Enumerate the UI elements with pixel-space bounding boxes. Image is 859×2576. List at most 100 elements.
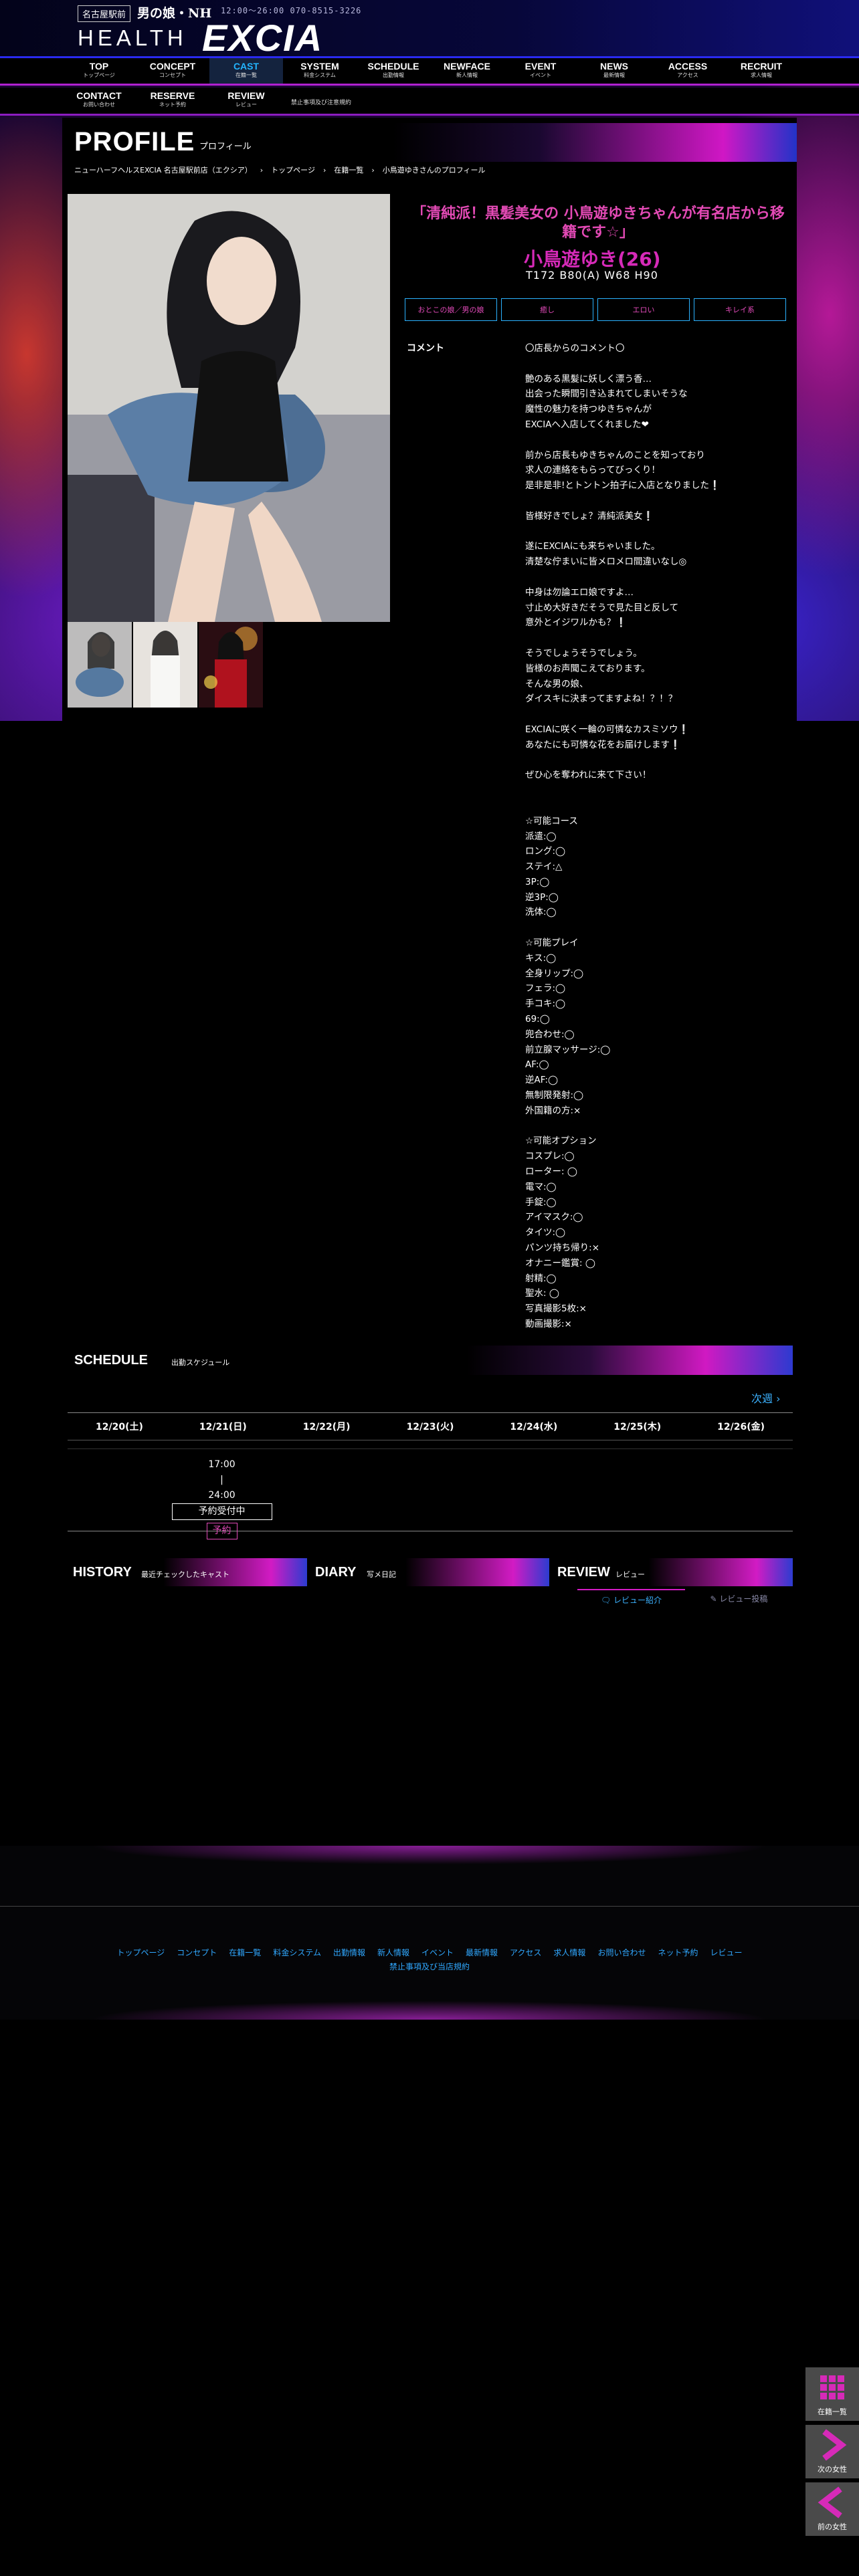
cast-thumbnail-3[interactable] (199, 622, 263, 708)
footer-link[interactable]: トップページ (117, 1948, 165, 1957)
nav-sublabel: お問い合わせ (83, 102, 115, 108)
grid-icon (820, 2375, 844, 2399)
logo-text[interactable]: HEALTH (78, 25, 187, 51)
cast-name: 小鳥遊ゆき(26) (524, 248, 661, 270)
nav-sublabel: イベント (530, 72, 551, 78)
nav-label: SYSTEM (300, 61, 339, 72)
nav-system[interactable]: SYSTEM 料金システム (283, 58, 357, 84)
tag-button[interactable]: エロい (597, 298, 690, 321)
footer-link[interactable]: 新人情報 (377, 1948, 409, 1957)
nav-label: RECRUIT (740, 61, 783, 72)
rules-link[interactable]: 禁止事項及び注意規約 (283, 88, 351, 113)
tag-button[interactable]: おとこの娘／男の娘 (405, 298, 497, 321)
cast-list-button[interactable]: 在籍一覧 (805, 2367, 859, 2421)
nav-access[interactable]: ACCESS アクセス (651, 58, 725, 84)
page-title: PROFILE (74, 127, 195, 156)
footer-link[interactable]: 求人情報 (553, 1948, 585, 1957)
schedule-dates: 12/20(土) 12/21(日) 12/22(月) 12/23(火) 12/2… (68, 1412, 793, 1440)
nav-sublabel: レビュー (235, 102, 257, 108)
review-tabs: 🗨 レビュー紹介 ✎ レビュー投稿 (577, 1589, 793, 1610)
thumbnail-illustration (68, 622, 132, 708)
nav-newface[interactable]: NEWFACE 新人情報 (430, 58, 504, 84)
booking-status: 予約受付中 (171, 1503, 272, 1520)
schedule-subtitle: 出勤スケジュール (171, 1358, 230, 1367)
footer-link[interactable]: アクセス (510, 1948, 541, 1957)
breadcrumb-sep: › (260, 166, 264, 175)
nav-label: REVIEW (227, 90, 265, 101)
footer-link[interactable]: コンセプト (177, 1948, 217, 1957)
tag-button[interactable]: 癒し (501, 298, 593, 321)
history-title: HISTORY (73, 1565, 132, 1580)
nav-recruit[interactable]: RECRUIT 求人情報 (725, 58, 798, 84)
comment-label: コメント (407, 343, 444, 354)
breadcrumb-cast[interactable]: 在籍一覧 (334, 166, 363, 175)
breadcrumb-top[interactable]: トップページ (271, 166, 315, 175)
tab-review-post[interactable]: ✎ レビュー投稿 (685, 1589, 793, 1610)
footer-rules-link[interactable]: 禁止事項及び当店規約 (0, 1961, 859, 1972)
review-header: REVIEW レビュー (552, 1558, 793, 1586)
nav-sublabel: コンセプト (159, 72, 186, 78)
chevron-right-icon (822, 2429, 847, 2461)
schedule-date: 12/20(土) (95, 1422, 143, 1432)
nav-event[interactable]: EVENT イベント (504, 58, 577, 84)
nav-sublabel: 在籍一覧 (235, 72, 257, 78)
footer-link[interactable]: 最新情報 (466, 1948, 498, 1957)
sub-nav: CONTACT お問い合わせ RESERVE ネット予約 REVIEW レビュー 禁止… (0, 88, 859, 116)
cast-thumbnail-1[interactable] (68, 622, 132, 708)
reserve-button[interactable]: 予約 (206, 1523, 237, 1539)
nav-contact[interactable]: CONTACT お問い合わせ (62, 88, 136, 113)
nav-label: SCHEDULE (367, 61, 419, 72)
nav-reserve[interactable]: RESERVE ネット予約 (136, 88, 209, 113)
nav-label: EVENT (524, 61, 557, 72)
area-badge: 名古屋駅前 (78, 5, 131, 22)
tag-button[interactable]: キレイ系 (694, 298, 786, 321)
nav-sublabel: 求人情報 (751, 72, 772, 78)
page-subtitle: プロフィール (199, 142, 252, 152)
nav-cast[interactable]: CAST 在籍一覧 (209, 58, 283, 84)
footer-link[interactable]: レビュー (710, 1948, 742, 1957)
logo-brand[interactable]: EXCIA (202, 16, 323, 60)
next-week-link[interactable]: 次週 › (751, 1390, 781, 1406)
photo-illustration (68, 194, 390, 622)
nav-concept[interactable]: CONCEPT コンセプト (136, 58, 209, 84)
schedule-slot: 17:00 | 24:00 予約受付中 予約 (170, 1457, 274, 1539)
nav-sublabel: 最新情報 (603, 72, 625, 78)
cast-main-photo[interactable] (68, 194, 390, 622)
nav-top[interactable]: TOP トップページ (62, 58, 136, 84)
footer-divider (0, 1906, 859, 1907)
breadcrumb-sep: › (322, 166, 326, 175)
prev-cast-button[interactable]: 前の女性 (805, 2482, 859, 2536)
nav-label: TOP (89, 61, 109, 72)
nav-label: ACCESS (668, 61, 708, 72)
footer-link[interactable]: 在籍一覧 (229, 1948, 261, 1957)
main-content: PROFILE プロフィール ニューハーフヘルスEXCIA 名古屋駅前店（エクシ… (62, 118, 797, 1656)
footer-link[interactable]: 出勤情報 (333, 1948, 365, 1957)
tab-review-intro[interactable]: 🗨 レビュー紹介 (577, 1589, 685, 1610)
nav-schedule[interactable]: SCHEDULE 出勤情報 (357, 58, 430, 84)
review-title: REVIEW (557, 1565, 610, 1580)
nav-review[interactable]: REVIEW レビュー (209, 88, 283, 113)
thumbnail-illustration (199, 622, 263, 708)
footer-link[interactable]: 料金システム (273, 1948, 321, 1957)
schedule-date: 12/25(木) (613, 1422, 662, 1432)
breadcrumb-current: 小鳥遊ゆきさんのプロフィール (382, 166, 486, 175)
footer-link[interactable]: ネット予約 (658, 1948, 698, 1957)
nav-sublabel: 料金システム (304, 72, 336, 78)
tab-label: レビュー紹介 (613, 1596, 662, 1605)
cast-thumbnail-2[interactable] (133, 622, 197, 708)
breadcrumb-shop[interactable]: ニューハーフヘルスEXCIA 名古屋駅前店（エクシア） (74, 166, 252, 175)
review-subtitle: レビュー (615, 1570, 645, 1579)
schedule-header: SCHEDULE 出勤スケジュール (68, 1346, 793, 1375)
footer-link[interactable]: お問い合わせ (597, 1948, 646, 1957)
next-cast-button[interactable]: 次の女性 (805, 2425, 859, 2478)
nav-sublabel: アクセス (677, 72, 698, 78)
footer-link[interactable]: イベント (421, 1948, 454, 1957)
diary-subtitle: 写メ日記 (367, 1570, 396, 1579)
breadcrumb: ニューハーフヘルスEXCIA 名古屋駅前店（エクシア） › トップページ › 在籍一覧 ›… (74, 165, 494, 175)
thumbnail-illustration (133, 622, 197, 708)
nav-label: RESERVE (150, 90, 195, 101)
nav-news[interactable]: NEWS 最新情報 (577, 58, 651, 84)
edit-icon: ✎ (710, 1594, 720, 1604)
footer-links: トップページ コンセプト 在籍一覧 料金システム 出勤情報 新人情報 イベント 最新情報 アクセ… (0, 1946, 859, 1960)
nav-label: NEWFACE (444, 61, 490, 72)
